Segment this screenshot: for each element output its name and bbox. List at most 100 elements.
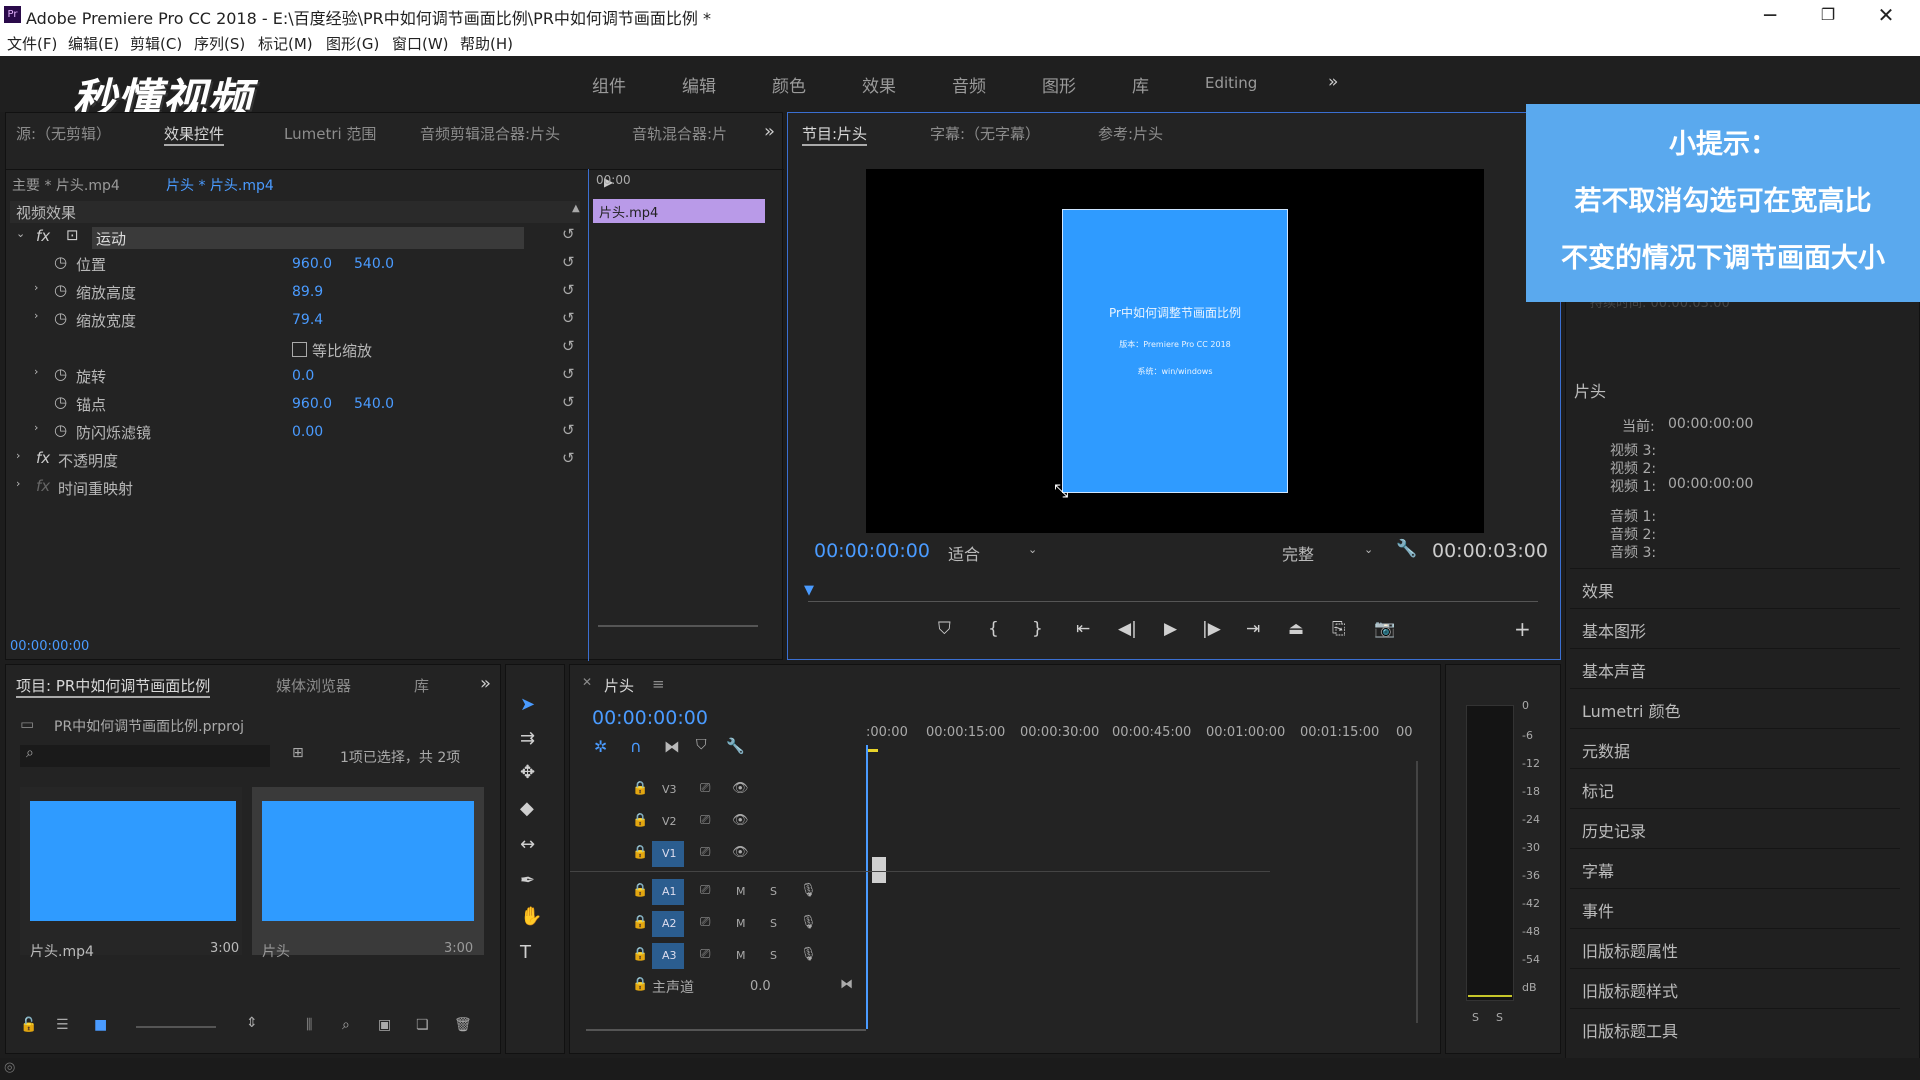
position-stopwatch-icon[interactable]: ◷ bbox=[54, 253, 67, 271]
menu-help[interactable]: 帮助(H) bbox=[460, 33, 513, 54]
a2-solo[interactable]: S bbox=[770, 917, 777, 930]
sequence-menu-icon[interactable]: ≡ bbox=[652, 675, 665, 693]
maximize-button[interactable]: ❐ bbox=[1808, 2, 1848, 28]
a2-mute[interactable]: M bbox=[736, 917, 746, 930]
master-track-value[interactable]: 0.0 bbox=[750, 979, 771, 994]
panel-effects[interactable]: 效果 bbox=[1582, 578, 1614, 602]
trash-icon[interactable]: 🗑 bbox=[454, 1017, 472, 1033]
v1-sync-icon[interactable]: ⎚ bbox=[700, 845, 710, 860]
panel-markers[interactable]: 标记 bbox=[1582, 778, 1614, 802]
panel-essential-graphics[interactable]: 基本图形 bbox=[1582, 618, 1646, 642]
anchor-stopwatch-icon[interactable]: ◷ bbox=[54, 393, 67, 411]
tab-reference[interactable]: 参考:片头 bbox=[1098, 123, 1163, 144]
panel-metadata[interactable]: 元数据 bbox=[1582, 738, 1630, 762]
v2-lock-icon[interactable]: 🔒 bbox=[632, 813, 648, 828]
v1-eye-icon[interactable]: 👁 bbox=[732, 845, 749, 860]
tab-audio-clip-mixer[interactable]: 音频剪辑混合器:片头 bbox=[420, 123, 560, 144]
wrench-settings-icon[interactable]: 🔧 bbox=[1396, 539, 1417, 559]
a3-solo[interactable]: S bbox=[770, 949, 777, 962]
timeline-playhead[interactable] bbox=[866, 745, 868, 1029]
menu-clip[interactable]: 剪辑(C) bbox=[130, 33, 182, 54]
panel-legacy-title-properties[interactable]: 旧版标题属性 bbox=[1582, 938, 1678, 962]
tab-project[interactable]: 项目: PR中如何调节画面比例 bbox=[16, 675, 211, 698]
lock-project-icon[interactable]: 🔓 bbox=[20, 1017, 37, 1033]
step-back-icon[interactable]: ◀| bbox=[1118, 619, 1137, 639]
anchor-reset-icon[interactable]: ↺ bbox=[562, 393, 575, 411]
play-icon[interactable]: ▶ bbox=[1164, 619, 1177, 639]
new-item-icon[interactable]: ❏ bbox=[416, 1017, 429, 1033]
v3-eye-icon[interactable]: 👁 bbox=[732, 781, 749, 796]
snap-icon[interactable]: ∩ bbox=[630, 737, 642, 756]
master-lock-icon[interactable]: 🔒 bbox=[632, 977, 648, 992]
flicker-value[interactable]: 0.00 bbox=[292, 424, 323, 440]
step-forward-icon[interactable]: |▶ bbox=[1202, 619, 1221, 639]
a3-mic-icon[interactable]: 🎙 bbox=[800, 947, 817, 962]
mark-out-icon[interactable]: } bbox=[1032, 619, 1043, 639]
minimize-button[interactable]: ─ bbox=[1750, 2, 1790, 28]
v2-sync-icon[interactable]: ⎚ bbox=[700, 813, 710, 828]
scale-height-stopwatch-icon[interactable]: ◷ bbox=[54, 281, 67, 299]
sequence-clip-label[interactable]: 片头 * 片头.mp4 bbox=[166, 175, 274, 195]
workspace-audio[interactable]: 音频 bbox=[952, 72, 986, 97]
scale-width-expand-icon[interactable]: › bbox=[34, 309, 38, 322]
linked-selection-icon[interactable]: ⧓ bbox=[664, 737, 680, 756]
v3-lock-icon[interactable]: 🔒 bbox=[632, 781, 648, 796]
position-y-value[interactable]: 540.0 bbox=[354, 256, 394, 272]
button-editor-icon[interactable]: + bbox=[1514, 617, 1531, 641]
panel-history[interactable]: 历史记录 bbox=[1582, 818, 1646, 842]
panel-legacy-title-tools[interactable]: 旧版标题工具 bbox=[1582, 1018, 1678, 1042]
scale-height-value[interactable]: 89.9 bbox=[292, 284, 323, 300]
rotation-stopwatch-icon[interactable]: ◷ bbox=[54, 365, 67, 383]
tab-effect-controls[interactable]: 效果控件 bbox=[164, 123, 225, 146]
track-v2-label[interactable]: V2 bbox=[662, 815, 677, 828]
quality-dropdown[interactable]: 完整 bbox=[1282, 541, 1314, 565]
project-item-thumbnail[interactable] bbox=[30, 801, 236, 921]
workspace-color[interactable]: 颜色 bbox=[772, 72, 806, 97]
lift-icon[interactable]: ⏏ bbox=[1288, 619, 1304, 639]
add-marker-icon[interactable]: ⛉ bbox=[938, 619, 951, 639]
v1-clip[interactable] bbox=[872, 857, 886, 883]
panel-captions[interactable]: 字幕 bbox=[1582, 858, 1614, 882]
v3-sync-icon[interactable]: ⎚ bbox=[700, 781, 710, 796]
v2-eye-icon[interactable]: 👁 bbox=[732, 813, 749, 828]
project-search-input[interactable] bbox=[20, 745, 270, 767]
anchor-x-value[interactable]: 960.0 bbox=[292, 396, 332, 412]
workspace-effects[interactable]: 效果 bbox=[862, 72, 896, 97]
menu-window[interactable]: 窗口(W) bbox=[392, 33, 449, 54]
panel-lumetri-color[interactable]: Lumetri 颜色 bbox=[1582, 698, 1681, 722]
tab-source[interactable]: 源:（无剪辑） bbox=[16, 123, 111, 144]
workspace-custom-editing[interactable]: Editing bbox=[1205, 74, 1257, 92]
rotation-expand-icon[interactable]: › bbox=[34, 365, 38, 378]
export-frame-icon[interactable]: 📷 bbox=[1374, 619, 1395, 639]
a3-mute[interactable]: M bbox=[736, 949, 746, 962]
program-playhead-icon[interactable]: ▼ bbox=[804, 583, 814, 598]
fit-dropdown[interactable]: 适合 bbox=[948, 541, 980, 565]
a2-mic-icon[interactable]: 🎙 bbox=[800, 915, 817, 930]
motion-reset-icon[interactable]: ↺ bbox=[562, 225, 575, 243]
rotation-reset-icon[interactable]: ↺ bbox=[562, 365, 575, 383]
opacity-fx-icon[interactable]: fx bbox=[36, 449, 50, 467]
close-button[interactable]: ✕ bbox=[1866, 2, 1906, 28]
a2-sync-icon[interactable]: ⎚ bbox=[700, 915, 710, 930]
workspace-editing[interactable]: 编辑 bbox=[682, 72, 716, 97]
tab-sequence[interactable]: 片头 bbox=[604, 675, 634, 696]
fx-badge-icon[interactable]: fx bbox=[36, 227, 50, 245]
workspace-assembly[interactable]: 组件 bbox=[592, 72, 626, 97]
icon-view-icon[interactable]: ■ bbox=[94, 1017, 107, 1033]
slip-tool-icon[interactable]: ↔ bbox=[520, 834, 535, 855]
tab-captions[interactable]: 字幕:（无字幕） bbox=[930, 123, 1040, 144]
fit-chevron-icon[interactable]: ⌄ bbox=[1028, 543, 1037, 556]
tab-libraries[interactable]: 库 bbox=[414, 675, 429, 696]
type-tool-icon[interactable]: T bbox=[520, 942, 531, 963]
panel-legacy-title-styles[interactable]: 旧版标题样式 bbox=[1582, 978, 1678, 1002]
a2-lock-icon[interactable]: 🔒 bbox=[632, 915, 648, 930]
flicker-reset-icon[interactable]: ↺ bbox=[562, 421, 575, 439]
tab-media-browser[interactable]: 媒体浏览器 bbox=[276, 675, 351, 696]
timeline-zoom-scrollbar[interactable] bbox=[586, 1029, 866, 1031]
master-collapse-icon[interactable]: ⧓ bbox=[840, 977, 853, 992]
list-view-icon[interactable]: ☰ bbox=[56, 1017, 69, 1033]
pen-tool-icon[interactable]: ✒ bbox=[520, 870, 535, 891]
program-scrub-bar[interactable] bbox=[808, 601, 1538, 602]
automate-sequence-icon[interactable]: ⫼ bbox=[306, 1017, 312, 1033]
scale-height-reset-icon[interactable]: ↺ bbox=[562, 281, 575, 299]
